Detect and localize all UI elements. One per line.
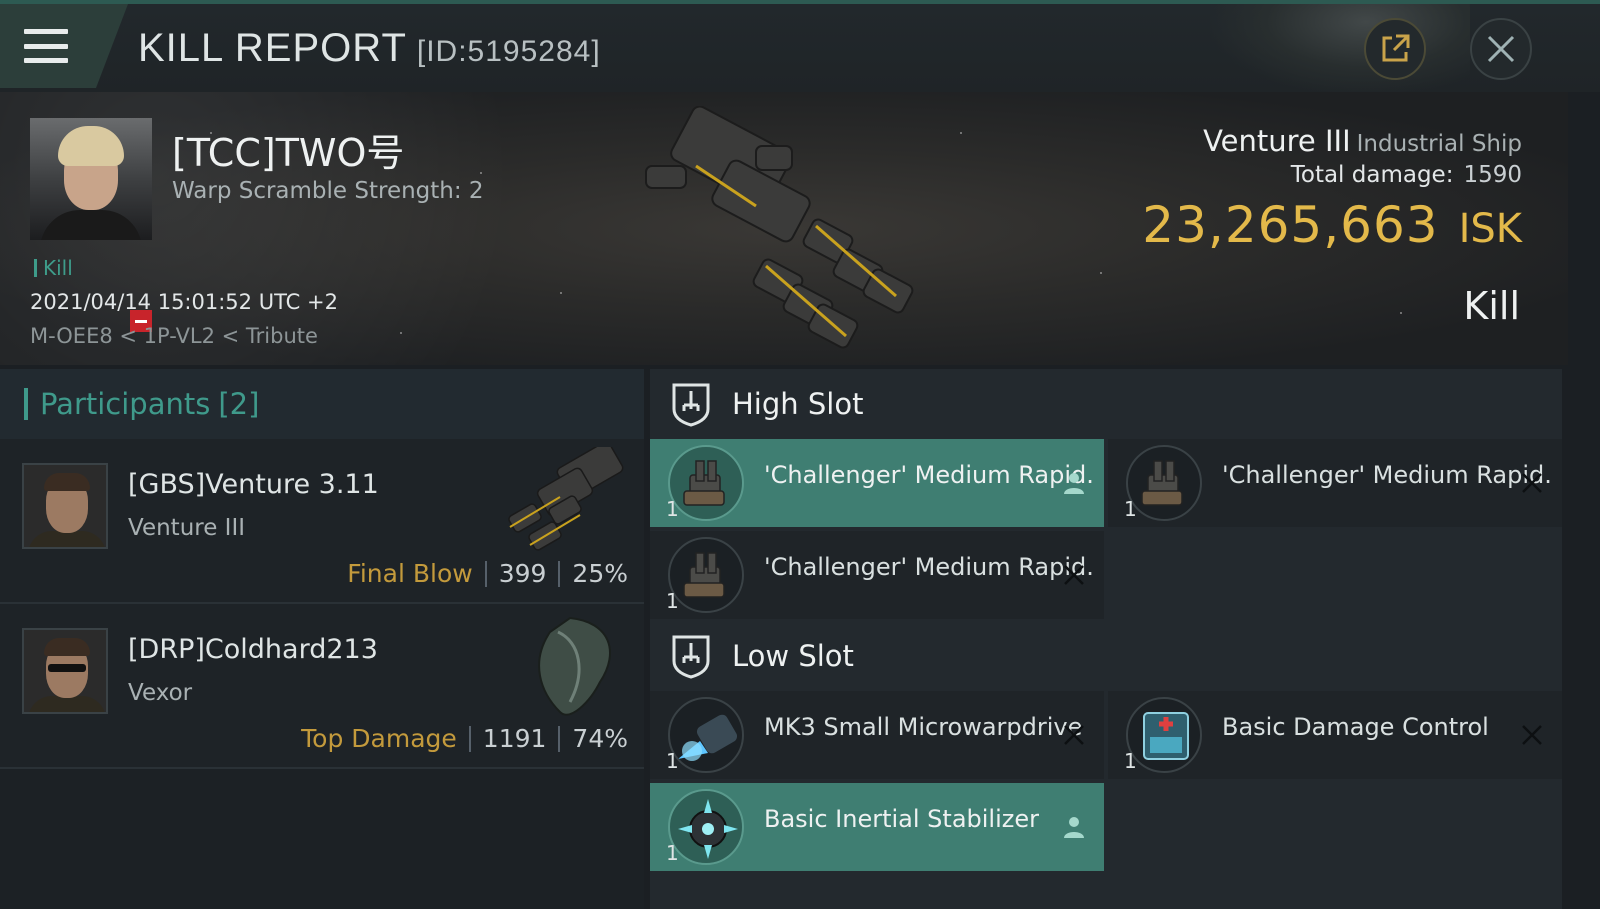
hamburger-menu-icon xyxy=(24,29,68,63)
autocannon-icon xyxy=(668,445,744,521)
low-slot-label: Low Slot xyxy=(732,639,854,673)
kill-location: M-OEE8 < 1P-VL2 < Tribute xyxy=(30,324,318,348)
damage-control-icon xyxy=(1126,697,1202,773)
module-quantity: 1 xyxy=(666,589,679,613)
report-id: [ID:5195284] xyxy=(416,35,601,68)
inertial-stabilizer-icon xyxy=(668,789,744,865)
module-slot[interactable]: 1 MK3 Small Microwarpdrive xyxy=(650,691,1104,779)
module-quantity: 1 xyxy=(666,841,679,865)
module-slot[interactable]: 1 'Challenger' Medium Rapid... xyxy=(650,439,1104,527)
low-slot-icon xyxy=(672,635,710,679)
victim-name[interactable]: [TCC]TWO号 xyxy=(172,122,404,177)
ship-class: Industrial Ship xyxy=(1356,131,1522,157)
stats-divider xyxy=(484,560,487,587)
dropped-person-icon xyxy=(1064,473,1084,494)
isk-unit: ISK xyxy=(1458,206,1522,252)
participant-avatar[interactable] xyxy=(22,628,108,714)
isk-value-line: 23,265,663 ISK xyxy=(1142,196,1522,254)
header-bar: KILL REPORT [ID:5195284] xyxy=(0,4,1600,94)
low-slot-header: Low Slot xyxy=(650,621,1562,691)
destroyed-x-icon xyxy=(1522,473,1542,493)
victim-summary-panel: [TCC]TWO号 Warp Scramble Strength: 2 Kill… xyxy=(0,92,1568,365)
participant-stats: Top Damage 1191 74% xyxy=(301,724,628,753)
stats-divider xyxy=(468,725,471,752)
module-name: 'Challenger' Medium Rapid... xyxy=(764,461,1094,489)
participant-name[interactable]: [DRP]Coldhard213 xyxy=(128,634,378,665)
participant-row[interactable]: [DRP]Coldhard213 Vexor Top Damage 1191 7… xyxy=(0,604,644,769)
ship-name[interactable]: Venture III xyxy=(1203,124,1351,158)
module-name: Basic Damage Control xyxy=(1222,713,1489,741)
high-slot-icon xyxy=(672,383,710,427)
module-name: Basic Inertial Stabilizer xyxy=(764,805,1039,833)
participant-percent: 74% xyxy=(572,724,628,753)
close-icon xyxy=(1487,35,1515,63)
participant-role: Final Blow xyxy=(347,559,473,588)
module-slot[interactable]: 1 Basic Inertial Stabilizer xyxy=(650,783,1104,871)
participant-ship-image xyxy=(508,447,624,551)
module-quantity: 1 xyxy=(1124,749,1137,773)
stats-divider xyxy=(558,560,561,587)
menu-button[interactable] xyxy=(0,4,128,88)
module-name: 'Challenger' Medium Rapid... xyxy=(764,553,1094,581)
isk-value: 23,265,663 xyxy=(1142,196,1439,254)
participant-damage: 399 xyxy=(498,559,547,588)
participant-name[interactable]: [GBS]Venture 3.11 xyxy=(128,469,379,500)
close-button[interactable] xyxy=(1470,18,1532,80)
total-damage-label: Total damage: xyxy=(1290,162,1454,188)
participant-percent: 25% xyxy=(572,559,628,588)
destroyed-x-icon xyxy=(1522,725,1542,745)
participant-ship-image xyxy=(538,616,611,716)
kill-datetime: 2021/04/14 15:01:52 UTC +2 xyxy=(30,290,338,314)
module-slot[interactable]: 1 Basic Damage Control xyxy=(1108,691,1562,779)
dropped-person-icon xyxy=(1064,817,1084,838)
total-damage: Total damage: 1590 xyxy=(1291,162,1522,188)
page-title-text: KILL REPORT xyxy=(138,26,407,70)
high-slot-header: High Slot xyxy=(650,369,1562,439)
module-quantity: 1 xyxy=(666,497,679,521)
total-damage-value: 1590 xyxy=(1463,162,1522,188)
module-quantity: 1 xyxy=(1124,497,1137,521)
participant-damage: 1191 xyxy=(482,724,547,753)
autocannon-icon xyxy=(668,537,744,613)
background-planet-image xyxy=(1210,4,1470,94)
destroyed-x-icon xyxy=(1064,725,1084,745)
module-name: MK3 Small Microwarpdrive xyxy=(764,713,1083,741)
ship-name-line: Venture III Industrial Ship xyxy=(1203,124,1522,158)
right-edge-strip xyxy=(1568,92,1600,909)
stats-divider xyxy=(558,725,561,752)
participant-avatar[interactable] xyxy=(22,463,108,549)
fitting-panel: High Slot 1 'Challenger' Medium Rapid...… xyxy=(650,369,1562,909)
victim-ship-image xyxy=(645,106,914,349)
result-label: Kill xyxy=(1463,284,1520,328)
kill-type-tag: Kill xyxy=(34,256,73,280)
participant-ship: Venture III xyxy=(128,515,246,541)
participant-role: Top Damage xyxy=(301,724,457,753)
participants-header[interactable]: Participants [2] xyxy=(0,369,644,439)
participants-label: Participants xyxy=(40,387,211,421)
microwarpdrive-icon xyxy=(668,697,744,773)
participants-count: [2] xyxy=(218,387,260,421)
participant-ship: Vexor xyxy=(128,680,193,706)
participants-panel: Participants [2] [GBS]Venture 3.11 Ventu… xyxy=(0,369,644,909)
participants-accent-bar xyxy=(24,388,28,420)
warp-scramble-strength: Warp Scramble Strength: 2 xyxy=(172,178,484,204)
participant-stats: Final Blow 399 25% xyxy=(347,559,628,588)
share-icon xyxy=(1382,34,1410,62)
participant-row[interactable]: [GBS]Venture 3.11 Venture III Final Blow… xyxy=(0,439,644,604)
autocannon-icon xyxy=(1126,445,1202,521)
page-title: KILL REPORT [ID:5195284] xyxy=(138,26,601,71)
share-button[interactable] xyxy=(1364,18,1426,80)
destroyed-x-icon xyxy=(1064,565,1084,585)
module-slot[interactable]: 1 'Challenger' Medium Rapid... xyxy=(1108,439,1562,527)
victim-portrait[interactable] xyxy=(30,118,152,240)
module-slot[interactable]: 1 'Challenger' Medium Rapid... xyxy=(650,531,1104,619)
module-quantity: 1 xyxy=(666,749,679,773)
high-slot-label: High Slot xyxy=(732,387,864,421)
module-name: 'Challenger' Medium Rapid... xyxy=(1222,461,1552,489)
